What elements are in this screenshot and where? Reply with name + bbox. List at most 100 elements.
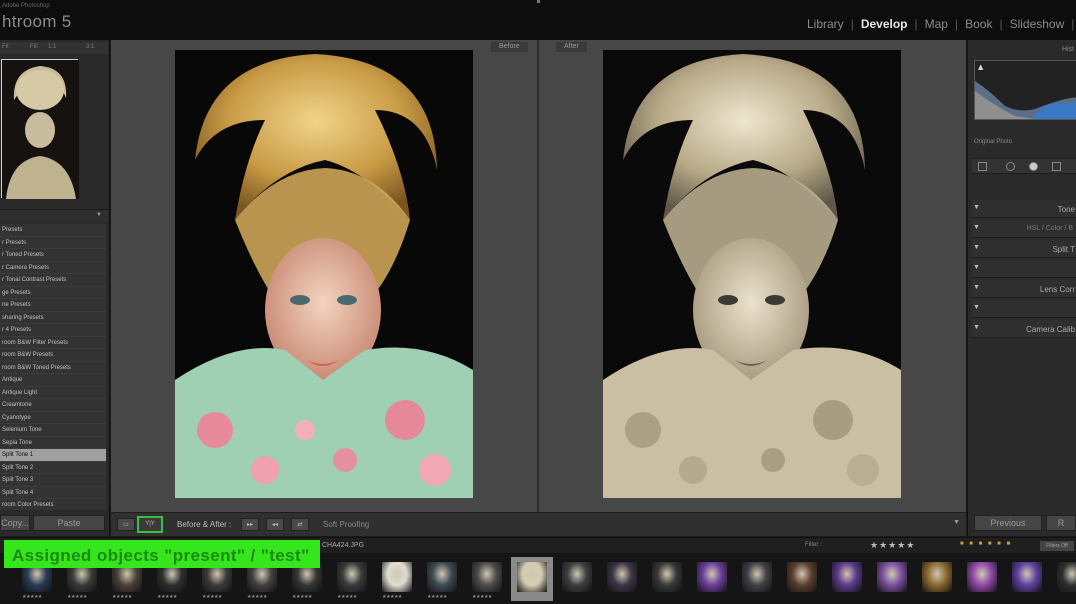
module-library[interactable]: Library	[800, 17, 851, 31]
preset-item[interactable]: ne Presets	[0, 299, 106, 312]
copy-paste-buttons: Copy... Paste	[0, 515, 108, 533]
filmstrip-thumbnail[interactable]	[916, 557, 958, 601]
copy-after-to-before-button[interactable]: ◂◂	[266, 518, 284, 531]
thumbnail-image	[922, 562, 952, 592]
preset-item[interactable]: Antique Light	[0, 387, 106, 399]
nav-zoom-fill[interactable]: Fill	[30, 44, 38, 50]
preset-item[interactable]: Presets	[0, 224, 106, 237]
module-map[interactable]: Map	[918, 17, 955, 31]
thumbnail-image	[562, 562, 592, 592]
filmstrip-thumbnail[interactable]	[691, 557, 733, 601]
preset-item[interactable]: r Presets	[0, 237, 106, 249]
paste-button[interactable]: Paste	[33, 515, 105, 531]
preset-item[interactable]: r Tonal Contrast Presets	[0, 274, 106, 287]
section-effects[interactable]: ▼	[972, 300, 1076, 318]
preset-item[interactable]: Antique	[0, 374, 106, 387]
copy-before-to-after-button[interactable]: ▸▸	[241, 518, 259, 531]
preset-item[interactable]: Cyanotype	[0, 412, 106, 424]
red-eye-icon[interactable]	[1029, 162, 1038, 171]
preset-item[interactable]: room B&W Toned Presets	[0, 362, 106, 374]
section-tone[interactable]: ▼ Tone	[972, 200, 1076, 218]
filmstrip-thumbnail[interactable]: ★★★★★	[466, 557, 508, 601]
filters-off-button[interactable]: Filters Off	[1040, 541, 1074, 551]
histogram[interactable]: ▲	[974, 60, 1076, 120]
module-develop[interactable]: Develop	[854, 17, 915, 31]
histogram-graph: ▲	[975, 63, 1076, 119]
filter-stars[interactable]: ★★★★★	[870, 540, 915, 551]
preset-item[interactable]: r Toned Presets	[0, 249, 106, 262]
preset-item[interactable]: room B&W Presets	[0, 349, 106, 362]
module-book[interactable]: Book	[958, 17, 999, 31]
section-camera-calibration[interactable]: ▼ Camera Calib	[972, 320, 1076, 338]
before-after-view-button[interactable]: Y|Y	[137, 516, 163, 533]
nav-zoom-3-1[interactable]: 3:1	[86, 44, 94, 50]
logo-subtitle: Adobe Photoshop	[2, 3, 50, 9]
presets-panel-header[interactable]: ▼	[0, 209, 108, 221]
filmstrip-thumbnail[interactable]: ★★★★★	[331, 557, 373, 601]
preset-item[interactable]: Split Tone 4	[0, 487, 106, 499]
thumbnail-rating: ★★★★★	[22, 594, 42, 600]
nav-zoom-fit[interactable]: Fit	[2, 44, 9, 50]
filmstrip-thumbnail[interactable]	[511, 557, 553, 601]
filmstrip-filename[interactable]: CHA424.JPG	[322, 542, 364, 549]
filmstrip-thumbnail[interactable]	[1006, 557, 1048, 601]
toolbar-menu-icon[interactable]: ▼	[953, 519, 960, 526]
preset-item[interactable]: sharing Presets	[0, 312, 106, 324]
module-picker: Library | Develop | Map | Book | Slidesh…	[800, 17, 1076, 31]
collapse-icon[interactable]: ▼	[96, 212, 102, 218]
graduated-filter-icon[interactable]	[1052, 162, 1061, 171]
spot-removal-icon[interactable]	[1006, 162, 1015, 171]
previous-button[interactable]: Previous	[974, 515, 1042, 531]
filmstrip-thumbnail[interactable]	[556, 557, 598, 601]
section-lens-corrections[interactable]: ▼ Lens Corr	[972, 280, 1076, 298]
filmstrip-thumbnail[interactable]: ★★★★★	[421, 557, 463, 601]
histogram-caption: Original Photo	[974, 139, 1013, 145]
crop-tool-icon[interactable]	[978, 162, 987, 171]
filmstrip-thumbnail[interactable]: ★★★★★	[376, 557, 418, 601]
copy-button[interactable]: Copy...	[0, 515, 30, 531]
section-detail[interactable]: ▼	[972, 260, 1076, 278]
thumbnail-image	[697, 562, 727, 592]
soft-proofing-toggle[interactable]: Soft Proofing	[323, 520, 369, 529]
window-grip[interactable]	[537, 0, 540, 3]
filter-color-labels[interactable]: ■ ■ ■ ■ ■ ■	[960, 541, 1012, 547]
expand-icon: ▼	[973, 264, 980, 271]
after-photo[interactable]	[603, 50, 901, 498]
thumbnail-image	[742, 562, 772, 592]
preset-item[interactable]: Split Tone 3	[0, 474, 106, 487]
section-split-toning[interactable]: ▼ Split T	[972, 240, 1076, 258]
thumbnail-rating: ★★★★★	[337, 594, 357, 600]
preset-item[interactable]: Split Tone 2	[0, 462, 106, 474]
thumbnail-rating: ★★★★★	[292, 594, 312, 600]
filmstrip-thumbnail[interactable]	[781, 557, 823, 601]
filmstrip-thumbnail[interactable]	[871, 557, 913, 601]
thumbnail-rating: ★★★★★	[202, 594, 222, 600]
section-hsl[interactable]: ▼ HSL / Color / B	[972, 220, 1076, 238]
filmstrip-thumbnail[interactable]	[826, 557, 868, 601]
preset-item[interactable]: Sepia Tone	[0, 437, 106, 449]
navigator-preview[interactable]	[1, 59, 79, 199]
filmstrip-thumbnail[interactable]	[601, 557, 643, 601]
filmstrip-thumbnail[interactable]	[961, 557, 1003, 601]
module-slideshow[interactable]: Slideshow	[1003, 17, 1072, 31]
preset-item[interactable]: room B&W Filter Presets	[0, 337, 106, 349]
reset-button[interactable]: R	[1046, 515, 1076, 531]
expand-icon: ▼	[973, 304, 980, 311]
nav-zoom-1-1[interactable]: 1:1	[48, 44, 56, 50]
before-photo[interactable]	[175, 50, 473, 498]
filmstrip-thumbnail[interactable]	[1051, 557, 1076, 601]
preset-item[interactable]: Selenium Tone	[0, 424, 106, 437]
preset-item[interactable]: Split Tone 1	[0, 449, 106, 462]
tool-strip	[972, 158, 1076, 174]
preset-item[interactable]: r Camera Presets	[0, 262, 106, 274]
thumbnail-image	[967, 562, 997, 592]
filmstrip-thumbnail[interactable]	[646, 557, 688, 601]
filmstrip-thumbnail[interactable]	[736, 557, 778, 601]
preset-item[interactable]: room Color Presets	[0, 499, 106, 510]
expand-icon: ▼	[973, 324, 980, 331]
preset-item[interactable]: ge Presets	[0, 287, 106, 299]
loupe-view-button[interactable]: ▭	[117, 518, 135, 531]
preset-item[interactable]: Creamtone	[0, 399, 106, 412]
swap-before-after-button[interactable]: ⇄	[291, 518, 309, 531]
preset-item[interactable]: r 4 Presets	[0, 324, 106, 337]
